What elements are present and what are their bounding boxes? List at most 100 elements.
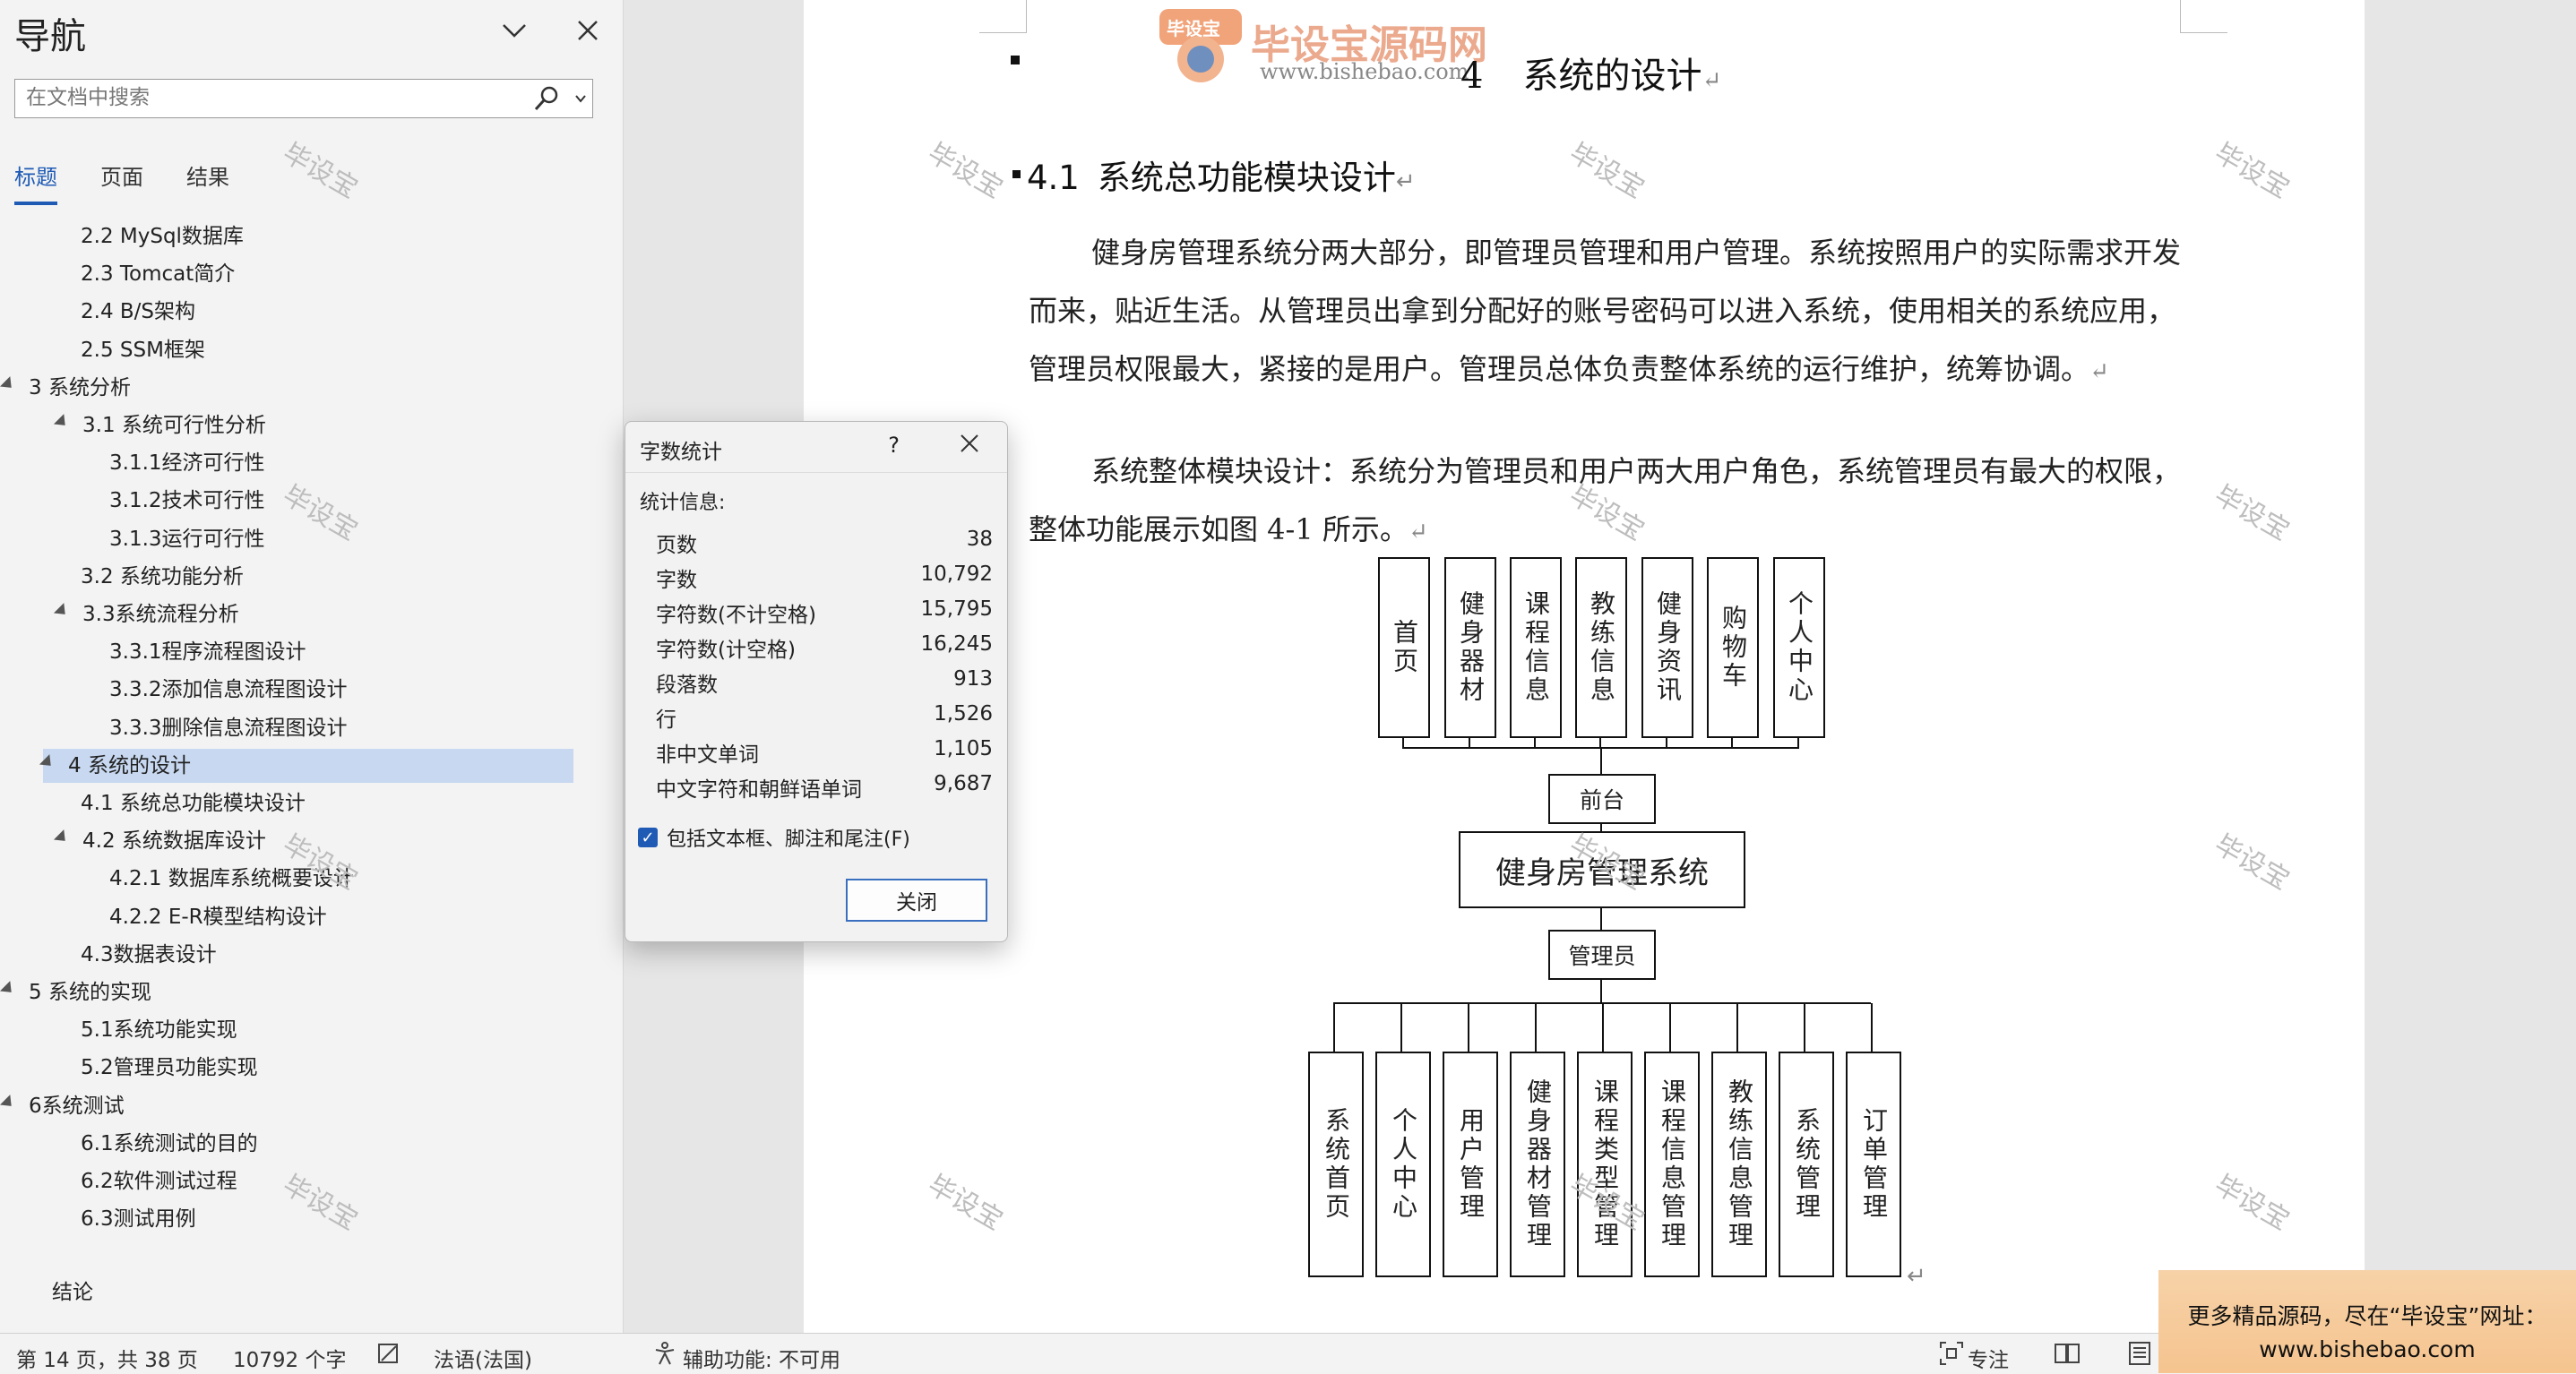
nav-heading-label: 5.2管理员功能实现 — [81, 1056, 258, 1080]
nav-heading-item[interactable]: 4.1 系统总功能模块设计 — [0, 786, 654, 820]
focus-label[interactable]: 专注 — [1968, 1343, 2009, 1373]
stat-value: 38 — [966, 528, 993, 551]
nav-heading-item[interactable]: 3.2 系统功能分析 — [0, 560, 654, 594]
expand-triangle-icon[interactable] — [53, 414, 71, 431]
bullet-mark — [1011, 56, 1020, 64]
accessibility-icon[interactable] — [652, 1341, 677, 1371]
nav-heading-item[interactable]: 3.3.1程序流程图设计 — [0, 635, 683, 669]
nav-heading-label: 3.3.3删除信息流程图设计 — [109, 716, 348, 740]
expand-triangle-icon[interactable] — [39, 753, 56, 771]
admin-module-box: 健身器材管理 — [1510, 1052, 1565, 1277]
stat-value: 16,245 — [920, 632, 993, 656]
help-button[interactable]: ? — [888, 433, 900, 458]
nav-heading-label: 2.4 B/S架构 — [81, 300, 196, 324]
include-textbox-checkbox[interactable]: ✓ 包括文本框、脚注和尾注(F) — [638, 823, 910, 852]
close-icon[interactable] — [570, 13, 606, 48]
word-count-indicator[interactable]: 10792 个字 — [233, 1343, 346, 1373]
return-mark: ↵ — [2089, 358, 2109, 385]
nav-heading-item[interactable]: 4 系统的设计 — [39, 748, 573, 783]
search-icon[interactable] — [533, 85, 560, 116]
page-indicator[interactable]: 第 14 页，共 38 页 — [16, 1343, 198, 1373]
promo-banner[interactable]: 更多精品源码，尽在“毕设宝”网址： www.bishebao.com — [2158, 1270, 2576, 1373]
tab-pages[interactable]: 页面 — [100, 159, 143, 205]
admin-module-box: 个人中心 — [1375, 1052, 1431, 1277]
nav-heading-item[interactable]: 3.1.1经济可行性 — [0, 446, 683, 480]
stat-row: 页数 38 — [656, 528, 993, 558]
dropdown-icon[interactable] — [574, 90, 587, 107]
promo-line-1: 更多精品源码，尽在“毕设宝”网址： — [2187, 1303, 2547, 1329]
stat-row: 字符数(计空格) 16,245 — [656, 632, 993, 663]
nav-heading-item[interactable]: 6.3测试用例 — [0, 1202, 654, 1236]
nav-heading-item[interactable]: 3.3系统流程分析 — [0, 597, 631, 631]
close-button[interactable]: 关闭 — [846, 879, 987, 922]
nav-heading-label: 3.3系统流程分析 — [82, 603, 239, 626]
nav-heading-label: 5 系统的实现 — [29, 981, 151, 1004]
admin-module-box: 课程类型管理 — [1577, 1052, 1633, 1277]
nav-heading-item[interactable]: 5 系统的实现 — [0, 975, 577, 1009]
search-box[interactable] — [14, 79, 593, 118]
nav-heading-item[interactable]: 3.1.2技术可行性 — [0, 484, 683, 518]
front-module-box: 健身器材 — [1444, 557, 1496, 738]
connector-line — [1602, 1003, 1604, 1052]
chapter-heading: 4 系统的设计↵ — [1460, 47, 1721, 99]
logo-url: www.bishebao.com — [1260, 59, 1469, 84]
admin-module-box: 课程信息管理 — [1644, 1052, 1700, 1277]
front-module-box: 个人中心 — [1773, 557, 1825, 738]
stat-row: 字符数(不计空格) 15,795 — [656, 597, 993, 628]
nav-heading-item[interactable]: 2.2 MySql数据库 — [0, 219, 654, 253]
nav-heading-item[interactable]: 4.3数据表设计 — [0, 938, 654, 972]
expand-triangle-icon[interactable] — [53, 829, 71, 846]
nav-heading-label: 4 系统的设计 — [68, 753, 191, 777]
stat-row: 字数 10,792 — [656, 562, 993, 593]
checkbox-checked-icon[interactable]: ✓ — [638, 828, 658, 847]
nav-heading-item[interactable]: 4.2.1 数据库系统概要设计 — [0, 862, 683, 896]
word-count-dialog: 字数统计 ? 统计信息: 页数 38 字数 10,792 字符数(不计空格) 15,795… — [625, 421, 1008, 942]
nav-heading-item[interactable]: 5.2管理员功能实现 — [0, 1051, 654, 1085]
search-input[interactable] — [15, 80, 538, 116]
logo-badge-text: 毕设宝 — [1167, 18, 1220, 39]
nav-heading-item[interactable]: 2.5 SSM框架 — [0, 333, 654, 367]
connector-line — [1535, 1003, 1537, 1052]
nav-heading-item[interactable]: 3 系统分析 — [0, 371, 577, 405]
nav-heading-item[interactable]: 结论 — [0, 1275, 625, 1310]
focus-icon[interactable] — [1939, 1341, 1964, 1371]
margin-mark — [2180, 0, 2227, 33]
expand-triangle-icon[interactable] — [0, 375, 17, 393]
nav-heading-item[interactable]: 3.1.3运行可行性 — [0, 522, 683, 556]
expand-triangle-icon[interactable] — [0, 1094, 17, 1112]
margin-mark — [979, 0, 1027, 33]
admin-box: 管理员 — [1548, 930, 1656, 980]
expand-triangle-icon[interactable] — [53, 603, 71, 620]
nav-heading-item[interactable]: 6.1系统测试的目的 — [0, 1127, 654, 1161]
nav-heading-label: 4.2.1 数据库系统概要设计 — [109, 867, 354, 891]
tab-headings[interactable]: 标题 — [14, 159, 57, 205]
dialog-close-icon[interactable] — [959, 433, 980, 458]
stat-value: 1,526 — [934, 702, 993, 726]
nav-heading-item[interactable]: 3.1 系统可行性分析 — [0, 408, 631, 442]
language-indicator[interactable]: 法语(法国) — [434, 1343, 532, 1373]
stat-label: 非中文单词 — [656, 743, 759, 767]
proofing-icon[interactable] — [376, 1341, 401, 1371]
paragraph-1-text: 健身房管理系统分两大部分，即管理员管理和用户管理。系统按照用户的实际需求开发而来… — [1029, 236, 2182, 386]
nav-heading-label: 6.1系统测试的目的 — [81, 1131, 258, 1155]
nav-heading-item[interactable]: 6.2软件测试过程 — [0, 1164, 654, 1198]
return-mark: ↵ — [1395, 168, 1416, 195]
tab-results[interactable]: 结果 — [186, 159, 229, 205]
nav-heading-item[interactable]: 2.4 B/S架构 — [0, 295, 654, 329]
nav-heading-item[interactable]: 3.3.3删除信息流程图设计 — [0, 711, 683, 745]
nav-heading-item[interactable]: 6系统测试 — [0, 1089, 577, 1123]
paragraph-1: 健身房管理系统分两大部分，即管理员管理和用户管理。系统按照用户的实际需求开发而来… — [1029, 224, 2184, 401]
nav-heading-item[interactable]: 4.2.2 E-R模型结构设计 — [0, 900, 683, 934]
stat-row: 行 1,526 — [656, 702, 993, 733]
nav-heading-label: 2.2 MySql数据库 — [81, 225, 244, 248]
chevron-down-icon[interactable] — [496, 13, 532, 48]
expand-triangle-icon[interactable] — [0, 981, 17, 998]
print-layout-icon[interactable] — [2127, 1341, 2152, 1371]
nav-heading-item[interactable]: 5.1系统功能实现 — [0, 1013, 654, 1047]
nav-heading-item[interactable]: 2.3 Tomcat简介 — [0, 257, 654, 291]
nav-heading-item[interactable]: 4.2 系统数据库设计 — [0, 824, 631, 858]
accessibility-status[interactable]: 辅助功能: 不可用 — [683, 1343, 840, 1373]
nav-heading-item[interactable]: 3.3.2添加信息流程图设计 — [0, 673, 683, 707]
stat-label: 段落数 — [656, 674, 718, 697]
read-mode-icon[interactable] — [2054, 1341, 2081, 1371]
